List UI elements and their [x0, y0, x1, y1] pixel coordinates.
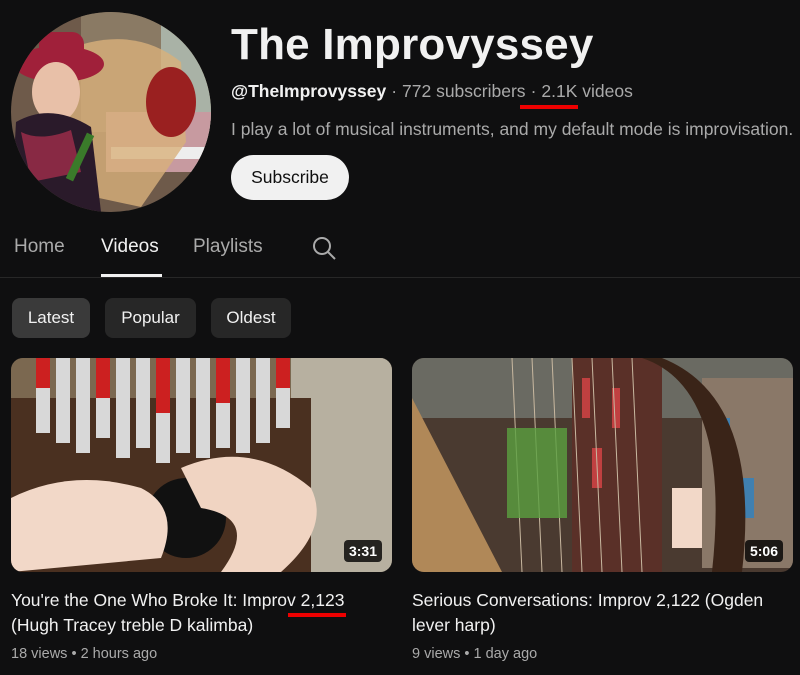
annotation-underline-improv-number — [288, 613, 346, 617]
upload-age: 1 day ago — [473, 646, 538, 662]
channel-tabs: Home Videos Playlists — [0, 222, 800, 278]
video-duration: 5:06 — [744, 540, 783, 562]
filter-latest[interactable]: Latest — [12, 298, 90, 338]
tab-home[interactable]: Home — [14, 236, 65, 258]
video-metadata: 18 views • 2 hours ago — [11, 646, 157, 662]
video-thumbnail[interactable]: 5:06 — [412, 358, 793, 572]
video-title-line: Serious Conversations: Improv 2,122 (Ogd… — [412, 590, 764, 610]
subscriber-count: 772 subscribers — [402, 81, 526, 101]
video-metadata: 9 views • 1 day ago — [412, 646, 537, 662]
meta-separator: · — [530, 81, 537, 101]
subscribe-button[interactable]: Subscribe — [231, 155, 349, 200]
filter-oldest[interactable]: Oldest — [211, 298, 291, 338]
video-title-line: You're the One Who Broke It: Improv 2,12… — [11, 590, 345, 610]
video-count: 2.1K videos — [541, 81, 633, 101]
video-thumbnail[interactable]: 3:31 — [11, 358, 392, 572]
meta-separator: · — [391, 81, 398, 101]
video-title[interactable]: Serious Conversations: Improv 2,122 (Ogd… — [412, 588, 792, 638]
channel-meta: @TheImprovyssey · 772 subscribers · 2.1K vid… — [231, 81, 633, 102]
annotation-underline-video-count — [520, 105, 578, 109]
active-tab-indicator — [101, 274, 162, 277]
channel-avatar[interactable] — [11, 12, 211, 212]
video-title-line: lever harp) — [412, 615, 496, 635]
upload-age: 2 hours ago — [80, 646, 158, 662]
search-icon[interactable] — [311, 235, 337, 261]
channel-description[interactable]: I play a lot of musical instruments, and… — [231, 119, 793, 140]
tab-videos[interactable]: Videos — [101, 236, 159, 258]
view-count: 18 views — [11, 646, 68, 662]
tab-playlists[interactable]: Playlists — [193, 236, 263, 258]
meta-dot: • — [71, 646, 77, 662]
channel-title: The Improvyssey — [231, 20, 594, 69]
view-count: 9 views — [412, 646, 461, 662]
channel-handle: @TheImprovyssey — [231, 81, 387, 101]
meta-dot: • — [464, 646, 470, 662]
video-duration: 3:31 — [343, 540, 382, 562]
filter-popular[interactable]: Popular — [105, 298, 196, 338]
